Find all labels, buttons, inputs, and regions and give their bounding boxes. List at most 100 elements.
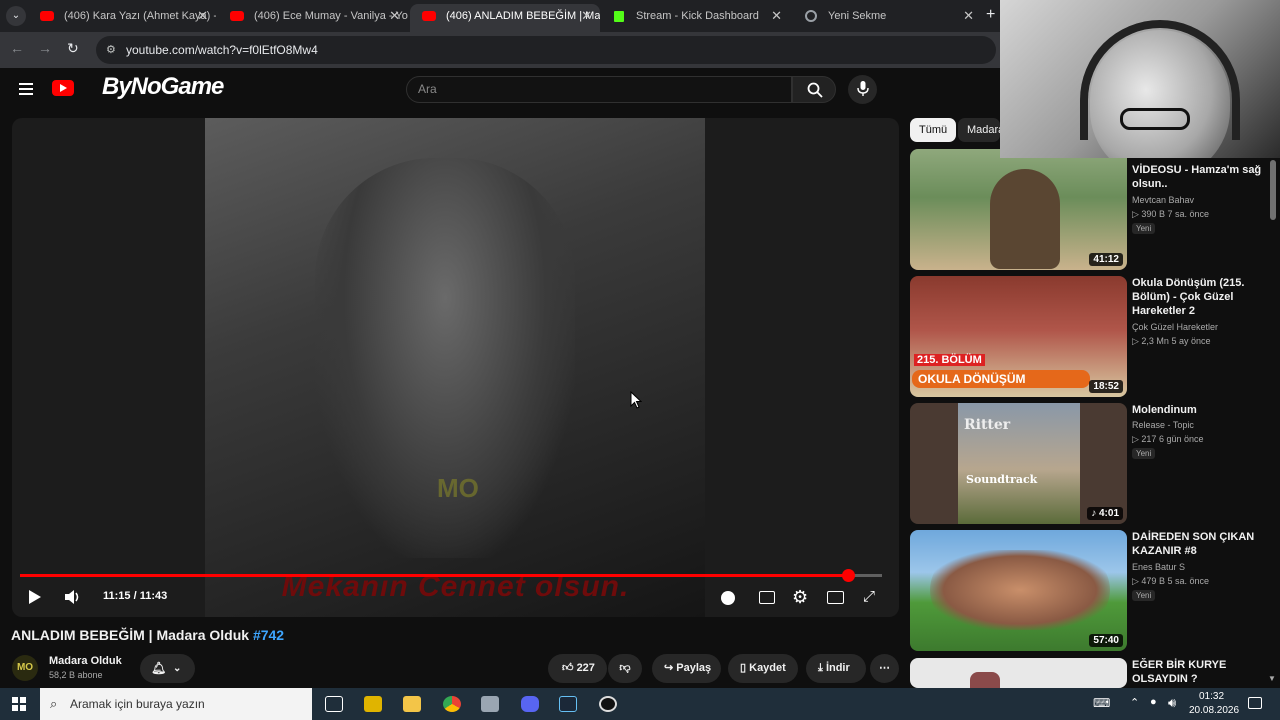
browser-tab-active[interactable]: (406) ANLADIM BEBEĞİM | Mad ✕ bbox=[410, 4, 600, 32]
close-tab-icon[interactable]: ✕ bbox=[581, 4, 592, 28]
video-player[interactable]: MO Mekanın Cennet olsun. 11:15 / 11:43 ⚙… bbox=[12, 118, 899, 617]
video-channel[interactable]: Çok Güzel Hareketler bbox=[1132, 320, 1218, 334]
address-bar[interactable]: ⚙ youtube.com/watch?v=f0lEtfO8Mw4 bbox=[96, 36, 996, 64]
share-icon: ↪ bbox=[664, 662, 674, 674]
close-tab-icon[interactable]: ✕ bbox=[771, 4, 782, 28]
steam-icon[interactable] bbox=[559, 696, 577, 712]
video-stats: ▷ 2,3 Mn 5 ay önce bbox=[1132, 336, 1211, 346]
theater-mode-icon[interactable] bbox=[827, 591, 844, 604]
hashtag-link[interactable]: #742 bbox=[253, 627, 284, 643]
clock-date[interactable]: 20.08.2026 bbox=[1189, 705, 1239, 716]
reload-icon[interactable]: ↻ bbox=[67, 40, 79, 57]
chevron-down-icon: ⌄ bbox=[173, 663, 182, 674]
scroll-down-arrow-icon[interactable]: ▼ bbox=[1268, 674, 1276, 683]
new-badge: Yeni bbox=[1132, 448, 1156, 459]
sidebar-scrollbar[interactable] bbox=[1270, 160, 1276, 220]
share-button[interactable]: ↪ Paylaş bbox=[652, 654, 721, 683]
volume-button[interactable] bbox=[64, 589, 82, 610]
youtube-icon bbox=[422, 11, 436, 21]
video-title-link[interactable]: Molendinum bbox=[1132, 403, 1267, 417]
video-watermark: MO bbox=[437, 473, 479, 503]
fullscreen-icon[interactable]: ⤢ bbox=[863, 588, 875, 605]
chip-channel[interactable]: Madara bbox=[958, 118, 1000, 142]
time-display: 11:15 / 11:43 bbox=[103, 590, 168, 602]
video-thumbnail[interactable]: 215. BÖLÜM OKULA DÖNÜŞÜM 18:52 bbox=[910, 276, 1127, 397]
subtitles-icon[interactable] bbox=[759, 591, 775, 604]
close-tab-icon[interactable]: ✕ bbox=[389, 4, 400, 28]
obs-icon[interactable] bbox=[599, 696, 617, 712]
notification-bell-button[interactable]: 🔔︎ ⌄ bbox=[140, 654, 195, 683]
progress-bar[interactable] bbox=[20, 569, 882, 582]
download-icon: ⤓ bbox=[818, 662, 823, 674]
back-icon[interactable]: ← bbox=[10, 40, 24, 56]
download-button[interactable]: ⤓ İndir bbox=[806, 654, 866, 683]
volume-tray-icon[interactable]: 🔊︎ bbox=[1168, 695, 1176, 711]
progress-scrubber[interactable] bbox=[841, 569, 855, 582]
save-button[interactable]: ▯ Kaydet bbox=[728, 654, 798, 683]
video-stats: ▷ 217 6 gün önce bbox=[1132, 434, 1204, 444]
windows-start-icon[interactable] bbox=[12, 697, 26, 711]
search-icon bbox=[807, 82, 823, 98]
chrome-icon bbox=[805, 10, 817, 22]
microphone-icon bbox=[857, 81, 869, 96]
video-thumbnail[interactable] bbox=[910, 658, 1127, 688]
browser-tab[interactable]: Yeni Sekme ✕ bbox=[792, 4, 982, 32]
video-title-link[interactable]: EĞER BİR KURYE OLSAYDIN ? bbox=[1132, 658, 1267, 686]
notifications-icon[interactable] bbox=[1248, 697, 1262, 709]
browser-tab[interactable]: (406) Kara Yazı (Ahmet Kaya) - Y ✕ bbox=[28, 4, 216, 32]
discord-icon[interactable] bbox=[521, 696, 539, 712]
url-text: youtube.com/watch?v=f0lEtfO8Mw4 bbox=[126, 43, 318, 57]
app-icon[interactable] bbox=[481, 696, 499, 712]
video-thumbnail[interactable]: 41:12 bbox=[910, 149, 1127, 270]
app-r-icon[interactable] bbox=[364, 696, 382, 712]
search-button[interactable] bbox=[792, 76, 836, 103]
file-explorer-icon[interactable] bbox=[403, 696, 421, 712]
video-channel[interactable]: Release - Topic bbox=[1132, 418, 1194, 432]
video-channel[interactable]: Mevtcan Bahav bbox=[1132, 193, 1194, 207]
chip-all[interactable]: Tümü bbox=[910, 118, 957, 142]
dislike-button[interactable]: 👎︎ bbox=[608, 654, 642, 683]
browser-toolbar: ← → ↻ ⚙ youtube.com/watch?v=f0lEtfO8Mw4 bbox=[0, 32, 1000, 68]
like-button[interactable]: 👍︎ 227 bbox=[548, 654, 607, 683]
new-tab-button[interactable]: + bbox=[986, 6, 995, 24]
progress-fill bbox=[20, 574, 848, 577]
chrome-icon[interactable] bbox=[443, 696, 461, 712]
settings-icon[interactable]: ⚙ bbox=[792, 587, 808, 608]
menu-icon[interactable] bbox=[19, 83, 33, 95]
video-channel[interactable]: Enes Batur S bbox=[1132, 560, 1185, 574]
microphone-tray-icon[interactable]: ● bbox=[1150, 696, 1157, 708]
video-title-link[interactable]: Okula Dönüşüm (215. Bölüm) - Çok Güzel H… bbox=[1132, 276, 1267, 318]
show-hidden-icons-icon[interactable]: ⌃ bbox=[1130, 696, 1139, 709]
voice-search-button[interactable] bbox=[848, 75, 877, 104]
thumbnail-group bbox=[930, 550, 1110, 630]
channel-name[interactable]: Madara Olduk bbox=[49, 655, 122, 667]
video-thumbnail[interactable]: Ritter Soundtrack ♪ 4:01 bbox=[910, 403, 1127, 524]
clock-time[interactable]: 01:32 bbox=[1199, 691, 1224, 702]
close-tab-icon[interactable]: ✕ bbox=[197, 4, 208, 28]
tab-search-chevron-icon[interactable]: ⌄ bbox=[6, 6, 26, 26]
search-input[interactable]: Ara bbox=[406, 76, 792, 103]
task-view-icon[interactable] bbox=[325, 696, 343, 712]
browser-tab[interactable]: Stream - Kick Dashboard ✕ bbox=[600, 4, 790, 32]
thumbs-up-icon: 👍︎ bbox=[562, 662, 574, 674]
play-icon bbox=[29, 590, 41, 604]
taskbar-search-input[interactable]: Aramak için buraya yazın bbox=[40, 688, 312, 720]
more-actions-button[interactable]: ⋯ bbox=[870, 654, 899, 683]
youtube-header: ByNoGame Ara bbox=[0, 68, 1000, 112]
forward-icon[interactable]: → bbox=[38, 40, 52, 56]
video-title-link[interactable]: VİDEOSU - Hamza'm sağ olsun.. bbox=[1132, 163, 1267, 191]
site-info-icon[interactable]: ⚙ bbox=[106, 36, 116, 64]
pause-indicator-icon[interactable] bbox=[721, 591, 735, 605]
thumbnail-object bbox=[970, 672, 1000, 688]
channel-avatar[interactable]: MO bbox=[12, 655, 38, 681]
close-tab-icon[interactable]: ✕ bbox=[963, 4, 974, 28]
video-stats: ▷ 479 B 5 sa. önce bbox=[1132, 576, 1209, 586]
play-button[interactable] bbox=[28, 589, 42, 610]
browser-tab[interactable]: (406) Ece Mumay - Vanilya - Yo ✕ bbox=[218, 4, 408, 32]
video-thumbnail[interactable]: 57:40 bbox=[910, 530, 1127, 651]
video-title-link[interactable]: DAİREDEN SON ÇIKAN KAZANIR #8 bbox=[1132, 530, 1267, 558]
keyboard-layout-icon[interactable]: ⌨ bbox=[1093, 696, 1110, 710]
duration-badge: 41:12 bbox=[1089, 253, 1123, 266]
youtube-logo[interactable] bbox=[52, 80, 74, 96]
album-art: Ritter Soundtrack bbox=[958, 403, 1080, 524]
